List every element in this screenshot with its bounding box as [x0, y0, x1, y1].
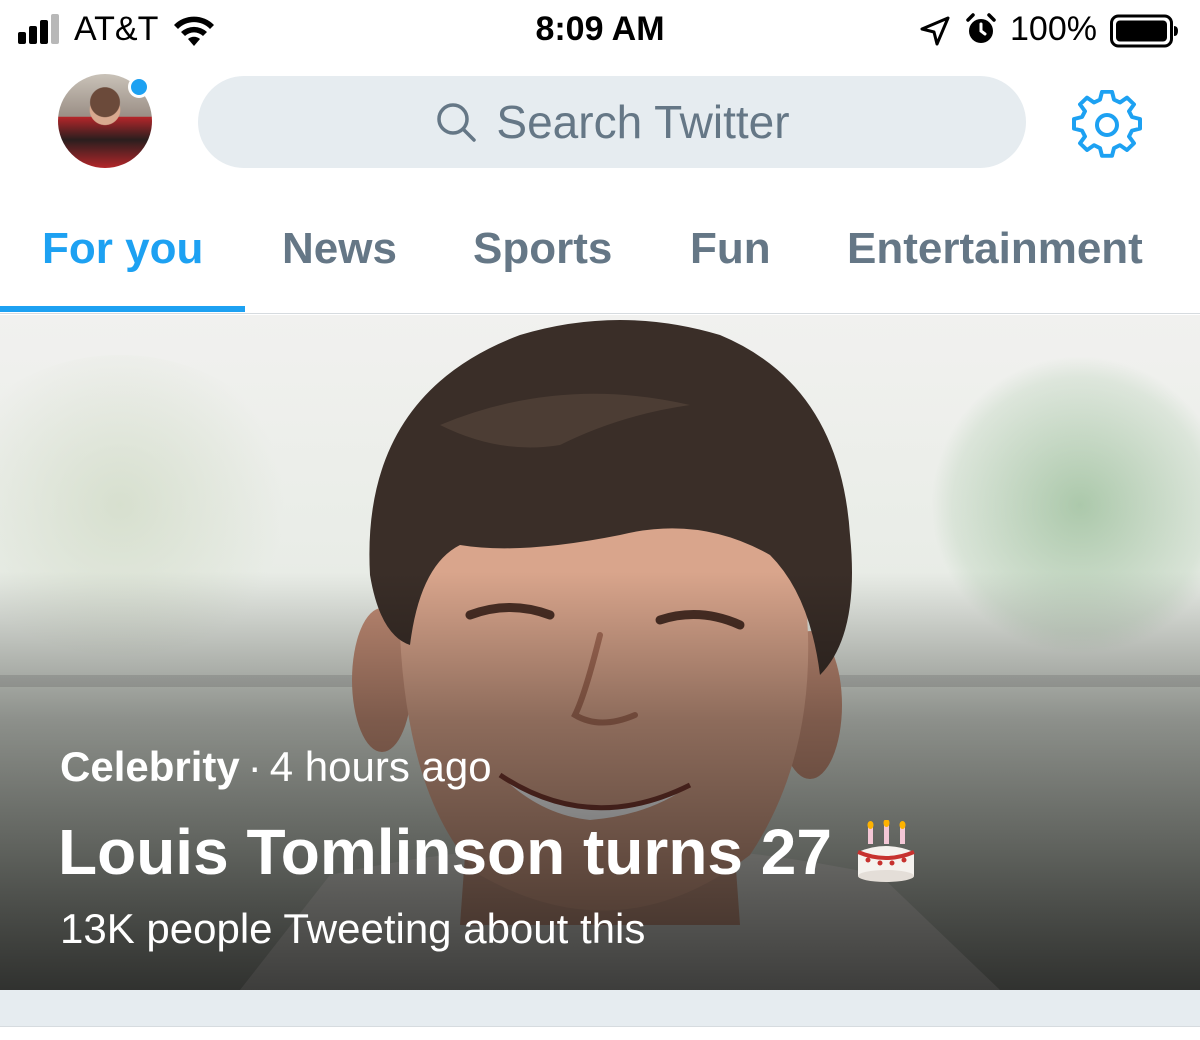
trend-headline-text: Louis Tomlinson turns 27 [58, 816, 832, 888]
birthday-cake-icon [857, 820, 915, 882]
trend-tweet-count: 13K people Tweeting about this [60, 905, 646, 952]
search-input[interactable]: Search Twitter [198, 76, 1026, 168]
explore-tabs: For you News Sports Fun Entertainment [0, 196, 1200, 314]
divider-line [0, 1026, 1200, 1027]
active-tab-indicator [0, 306, 245, 312]
battery-icon [1110, 14, 1178, 48]
gear-icon[interactable] [1072, 90, 1142, 160]
tab-entertainment[interactable]: Entertainment [847, 224, 1143, 274]
notification-dot [128, 76, 150, 98]
meta-separator: · [247, 743, 262, 790]
alarm-icon [966, 13, 996, 43]
location-arrow-icon [920, 16, 950, 46]
status-bar: AT&T 8:09 AM 100% [0, 0, 1200, 60]
tab-news[interactable]: News [282, 224, 397, 274]
tab-sports[interactable]: Sports [473, 224, 612, 274]
trend-category: Celebrity [60, 743, 240, 790]
section-divider [0, 990, 1200, 1026]
tab-for-you[interactable]: For you [42, 224, 203, 274]
trend-headline: Louis Tomlinson turns 27 [58, 815, 918, 889]
battery-percent: 100% [1010, 10, 1097, 48]
search-placeholder: Search Twitter [496, 96, 790, 148]
trending-hero-card[interactable]: Celebrity · 4 hours ago Louis Tomlinson tu… [0, 315, 1200, 990]
tab-fun[interactable]: Fun [690, 224, 771, 274]
trend-meta: Celebrity · 4 hours ago [60, 743, 492, 791]
trend-time: 4 hours ago [269, 743, 492, 790]
search-icon [437, 103, 477, 142]
